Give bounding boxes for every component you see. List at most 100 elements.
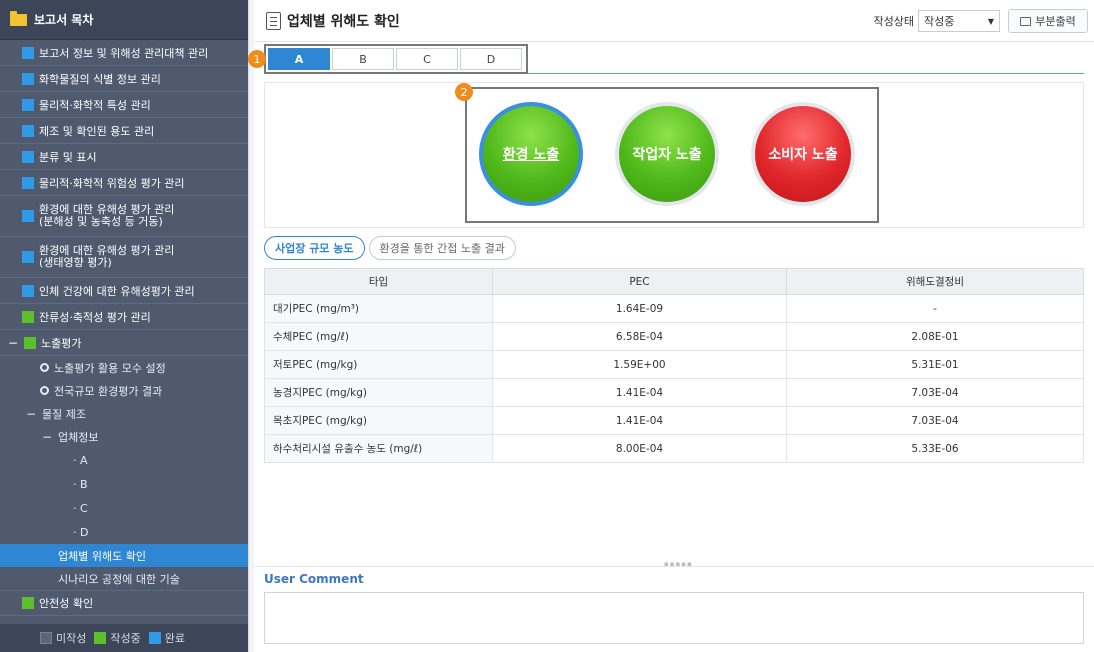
sidebar-company-b[interactable]: · B: [0, 472, 248, 496]
consumer-exposure-button[interactable]: 소비자 노출: [751, 102, 855, 206]
collapse-icon[interactable]: −: [8, 336, 18, 350]
tab-d[interactable]: D: [460, 48, 522, 70]
sidebar-title: 보고서 목차: [34, 13, 94, 27]
tab-site-concentration[interactable]: 사업장 규모 농도: [264, 236, 365, 260]
legend-done-icon: [148, 632, 161, 644]
sidebar-item-manufacture-use[interactable]: 제조 및 확인된 용도 관리: [0, 118, 248, 144]
sidebar-sub-company-info[interactable]: − 업체정보: [0, 425, 248, 448]
sidebar-item-physchem-props[interactable]: 물리적·화학적 특성 관리: [0, 92, 248, 118]
tab-a[interactable]: A: [268, 48, 330, 70]
status-done-icon: [22, 150, 34, 163]
status-label: 작성상태: [873, 15, 914, 28]
sidebar-item-classification[interactable]: 분류 및 표시: [0, 144, 248, 170]
main-content: 업체별 위해도 확인 작성상태 작성중 ▼ 부분출력 A B C D 1 환경 …: [248, 0, 1094, 652]
status-done-icon: [22, 46, 34, 59]
cell-rcr: 7.03E-04: [786, 406, 1084, 435]
resize-grip-icon[interactable]: ▪▪▪▪▪: [664, 560, 692, 568]
table-row: 저토PEC (mg/kg) 1.59E+00 5.31E-01: [264, 350, 1084, 379]
table-row: 하수처리시설 유출수 농도 (mg/ℓ) 8.00E-04 5.33E-06: [264, 434, 1084, 463]
status-select[interactable]: 작성중 ▼: [918, 10, 1000, 32]
cell-pec: 1.64E-09: [492, 294, 787, 323]
table-row: 수체PEC (mg/ℓ) 6.58E-04 2.08E-01: [264, 322, 1084, 351]
status-writing-icon: [22, 310, 34, 323]
cell-type: 저토PEC (mg/kg): [264, 350, 493, 379]
user-comment-label: User Comment: [264, 572, 364, 586]
exposure-panel: 환경 노출 작업자 노출 소비자 노출: [264, 82, 1084, 228]
col-pec-header: PEC: [492, 268, 787, 295]
partial-print-button[interactable]: 부분출력: [1008, 9, 1088, 33]
status-done-icon: [22, 176, 34, 189]
callout-badge-1: 1: [248, 50, 266, 68]
env-exposure-button[interactable]: 환경 노출: [479, 102, 583, 206]
sidebar-company-a[interactable]: · A: [0, 448, 248, 472]
col-type-header: 타입: [264, 268, 493, 295]
legend-writing-icon: [94, 632, 107, 644]
sidebar-item-report-info[interactable]: 보고서 정보 및 위해성 관리대책 관리: [0, 40, 248, 66]
sidebar-item-exposure[interactable]: − 노출평가: [0, 330, 248, 356]
tab-b[interactable]: B: [332, 48, 394, 70]
radio-icon: [40, 363, 49, 372]
sidebar-item-safety[interactable]: 안전성 확인: [0, 590, 248, 616]
radio-icon: [40, 386, 49, 395]
col-rcr-header: 위해도결정비: [786, 268, 1084, 295]
sidebar-item-env-fate[interactable]: 환경에 대한 유해성 평가 관리 (분해성 및 농축성 등 거동): [0, 196, 248, 237]
sidebar-company-d[interactable]: · D: [0, 520, 248, 544]
cell-rcr: -: [786, 294, 1084, 323]
status-done-icon: [22, 284, 34, 297]
status-done-icon: [22, 72, 34, 85]
status-done-icon: [22, 98, 34, 111]
cell-rcr: 5.31E-01: [786, 350, 1084, 379]
tab-c[interactable]: C: [396, 48, 458, 70]
sidebar-sub-risk-check[interactable]: 업체별 위해도 확인: [0, 544, 248, 567]
title-bar: 업체별 위해도 확인 작성상태 작성중 ▼ 부분출력: [254, 0, 1094, 42]
cell-type: 농경지PEC (mg/kg): [264, 378, 493, 407]
table-row: 농경지PEC (mg/kg) 1.41E-04 7.03E-04: [264, 378, 1084, 407]
status-writing-icon: [22, 597, 34, 609]
status-writing-icon: [24, 336, 36, 349]
sidebar-sub-scenario[interactable]: 시나리오 공정에 대한 기술: [0, 567, 248, 590]
cell-pec: 1.41E-04: [492, 378, 787, 407]
cell-pec: 8.00E-04: [492, 434, 787, 463]
sidebar-company-c[interactable]: · C: [0, 496, 248, 520]
tab-indirect-exposure[interactable]: 환경을 통한 간접 노출 결과: [368, 236, 516, 260]
company-tabs: A B C D: [264, 44, 528, 74]
table-row: 대기PEC (mg/m³) 1.64E-09-: [264, 294, 1084, 323]
sidebar-item-pbt[interactable]: 잔류성·축적성 평가 관리: [0, 304, 248, 330]
status-legend: 미작성 작성중 완료: [0, 624, 248, 652]
pec-table: 타입 PEC 위해도결정비 대기PEC (mg/m³) 1.64E-09- 수체P…: [264, 268, 1084, 463]
sidebar-item-env-ecotox[interactable]: 환경에 대한 유해성 평가 관리 (생태영향 평가): [0, 237, 248, 278]
user-comment-input[interactable]: [264, 592, 1084, 644]
collapse-icon[interactable]: −: [26, 407, 36, 421]
cell-pec: 1.59E+00: [492, 350, 787, 379]
status-done-icon: [22, 251, 34, 263]
document-icon: [266, 12, 281, 30]
sidebar: 보고서 목차 보고서 정보 및 위해성 관리대책 관리 화학물질의 식별 정보 …: [0, 0, 248, 652]
folder-icon: [10, 10, 27, 26]
result-subtabs: 사업장 규모 농도 환경을 통한 간접 노출 결과: [264, 236, 520, 260]
sidebar-item-physchem-hazard[interactable]: 물리적·화학적 위험성 평가 관리: [0, 170, 248, 196]
cell-type: 수체PEC (mg/ℓ): [264, 322, 493, 351]
status-done-icon: [22, 124, 34, 137]
collapse-icon[interactable]: −: [42, 430, 52, 444]
sidebar-item-identification[interactable]: 화학물질의 식별 정보 관리: [0, 66, 248, 92]
page-title: 업체별 위해도 확인: [266, 11, 400, 31]
sidebar-sub-substance-mfg[interactable]: − 물질 제조: [0, 402, 248, 425]
exposure-button-group: 환경 노출 작업자 노출 소비자 노출: [465, 87, 879, 223]
table-row: 목초지PEC (mg/kg) 1.41E-04 7.03E-04: [264, 406, 1084, 435]
legend-not-written-icon: [40, 632, 52, 644]
sidebar-item-human-health[interactable]: 인체 건강에 대한 유해성평가 관리: [0, 278, 248, 304]
status-done-icon: [22, 210, 34, 222]
company-tabs-row: A B C D: [264, 44, 1084, 74]
sidebar-sub-national-result[interactable]: 전국규모 환경평가 결과: [0, 379, 248, 402]
cell-type: 하수처리시설 유출수 농도 (mg/ℓ): [264, 434, 493, 463]
callout-badge-2: 2: [455, 83, 473, 101]
cell-rcr: 2.08E-01: [786, 322, 1084, 351]
cell-rcr: 5.33E-06: [786, 434, 1084, 463]
sidebar-sub-model-setting[interactable]: 노출평가 활용 모수 설정: [0, 356, 248, 379]
chevron-down-icon: ▼: [987, 16, 994, 26]
cell-rcr: 7.03E-04: [786, 378, 1084, 407]
cell-pec: 1.41E-04: [492, 406, 787, 435]
printer-icon: [1020, 16, 1032, 26]
worker-exposure-button[interactable]: 작업자 노출: [615, 102, 719, 206]
cell-type: 대기PEC (mg/m³): [264, 294, 493, 323]
